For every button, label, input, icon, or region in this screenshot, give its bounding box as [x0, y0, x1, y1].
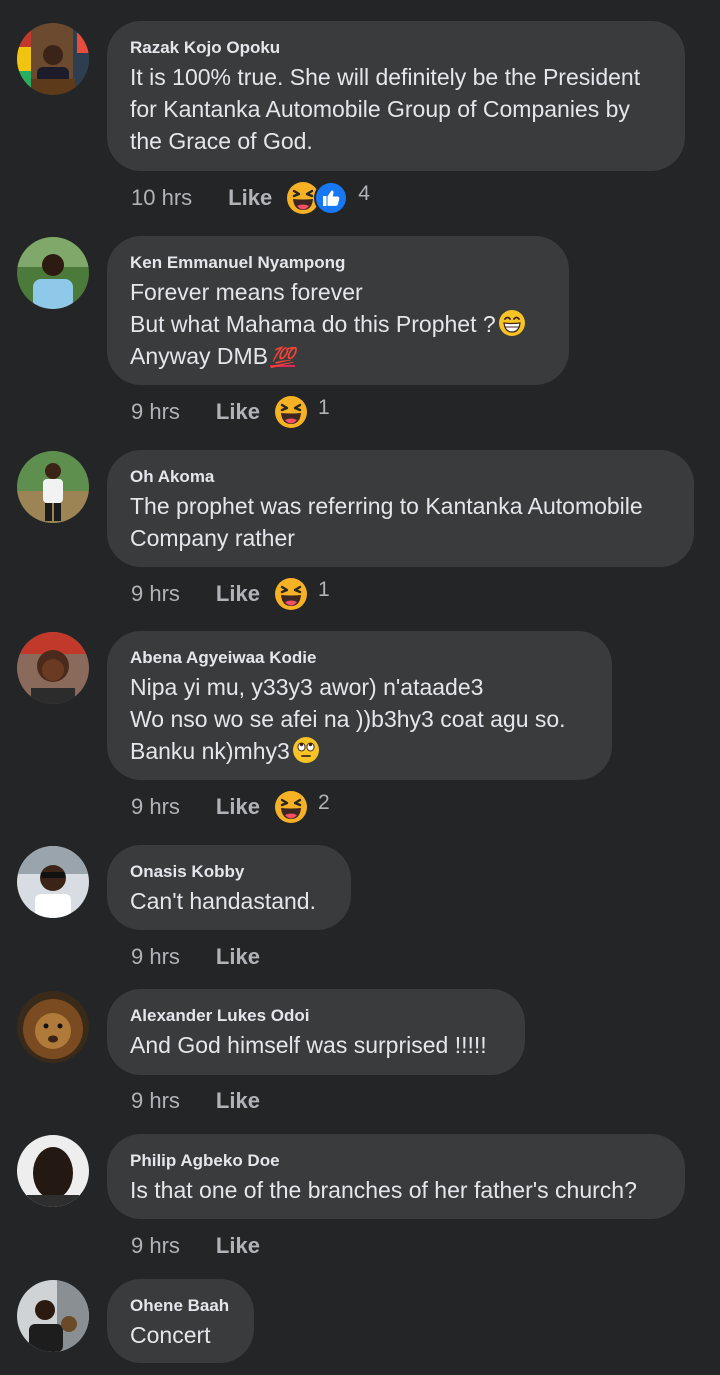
author-name[interactable]: Alexander Lukes Odoi — [130, 1005, 502, 1027]
author-name[interactable]: Philip Agbeko Doe — [130, 1150, 662, 1172]
avatar[interactable] — [17, 1135, 89, 1207]
comment-bubble: Ken Emmanuel Nyampong Forever means fore… — [107, 236, 569, 385]
timestamp[interactable]: 9 hrs — [131, 399, 180, 425]
reaction-count: 4 — [358, 182, 370, 205]
comment-text: Nipa yi mu, y33y3 awor) n'ataade3 Wo nso… — [130, 674, 566, 764]
face-with-rolling-eyes-emoji — [292, 736, 320, 764]
avatar[interactable] — [17, 23, 89, 95]
timestamp[interactable]: 10 hrs — [131, 185, 192, 211]
comment-text: Is that one of the branches of her fathe… — [130, 1177, 637, 1203]
like-button[interactable]: Like — [216, 794, 260, 820]
grinning-face-emoji — [498, 309, 526, 337]
timestamp[interactable]: 9 hrs — [131, 581, 180, 607]
reaction-count: 1 — [317, 578, 330, 601]
comment-text: Concert — [130, 1322, 211, 1348]
timestamp[interactable]: 9 hrs — [131, 1088, 180, 1114]
comment-text: Forever means forever But what Mahama do… — [130, 276, 546, 374]
like-button[interactable]: Like — [216, 399, 260, 425]
comment-bubble: Razak Kojo Opoku It is 100% true. She wi… — [107, 21, 685, 171]
haha-icon — [274, 577, 308, 611]
author-name[interactable]: Onasis Kobby — [130, 861, 328, 883]
author-name[interactable]: Oh Akoma — [130, 466, 671, 488]
timestamp[interactable]: 9 hrs — [131, 944, 180, 970]
haha-icon — [274, 790, 308, 824]
author-name[interactable]: Ken Emmanuel Nyampong — [130, 252, 546, 274]
reaction-count: 1 — [317, 396, 330, 419]
like-button[interactable]: Like — [216, 1088, 260, 1114]
avatar[interactable] — [17, 1280, 89, 1352]
comment-bubble: Ohene Baah Concert — [107, 1279, 254, 1363]
avatar[interactable] — [17, 846, 89, 918]
author-name[interactable]: Abena Agyeiwaa Kodie — [130, 647, 589, 669]
avatar[interactable] — [17, 451, 89, 523]
reaction-summary[interactable]: 1 — [274, 577, 330, 611]
hundred-points-emoji: 💯 — [270, 347, 295, 369]
haha-icon — [274, 395, 308, 429]
avatar[interactable] — [17, 237, 89, 309]
comment-meta: 9 hrs Like 1 — [131, 392, 330, 432]
reaction-summary[interactable]: 1 — [274, 395, 330, 429]
avatar[interactable] — [17, 991, 89, 1063]
like-button[interactable]: Like — [228, 185, 272, 211]
like-icon — [314, 181, 348, 215]
comment-text: It is 100% true. She will definitely be … — [130, 64, 641, 154]
comment-meta: 9 hrs Like 1 — [131, 574, 330, 614]
author-name[interactable]: Ohene Baah — [130, 1295, 231, 1317]
like-button[interactable]: Like — [216, 581, 260, 607]
comment-text: And God himself was surprised !!!!! — [130, 1032, 487, 1058]
comment-bubble: Onasis Kobby Can't handastand. — [107, 845, 351, 930]
comment-bubble: Philip Agbeko Doe Is that one of the bra… — [107, 1134, 685, 1219]
comment-meta: 10 hrs Like 4 — [131, 178, 370, 218]
reaction-count: 2 — [317, 791, 330, 814]
comment-text: The prophet was referring to Kantanka Au… — [130, 493, 643, 551]
comment-bubble: Abena Agyeiwaa Kodie Nipa yi mu, y33y3 a… — [107, 631, 612, 780]
reaction-summary[interactable]: 4 — [286, 181, 370, 215]
comment-bubble: Oh Akoma The prophet was referring to Ka… — [107, 450, 694, 567]
avatar[interactable] — [17, 632, 89, 704]
comment-meta: 9 hrs Like — [131, 1226, 274, 1266]
comment-meta: 9 hrs Like 2 — [131, 787, 330, 827]
comment-bubble: Alexander Lukes Odoi And God himself was… — [107, 989, 525, 1075]
timestamp[interactable]: 9 hrs — [131, 794, 180, 820]
comment-meta: 9 hrs Like — [131, 1081, 274, 1121]
timestamp[interactable]: 9 hrs — [131, 1233, 180, 1259]
reaction-summary[interactable]: 2 — [274, 790, 330, 824]
comment-meta: 9 hrs Like — [131, 937, 274, 977]
like-button[interactable]: Like — [216, 944, 260, 970]
author-name[interactable]: Razak Kojo Opoku — [130, 37, 662, 59]
like-button[interactable]: Like — [216, 1233, 260, 1259]
comment-text: Can't handastand. — [130, 888, 316, 914]
